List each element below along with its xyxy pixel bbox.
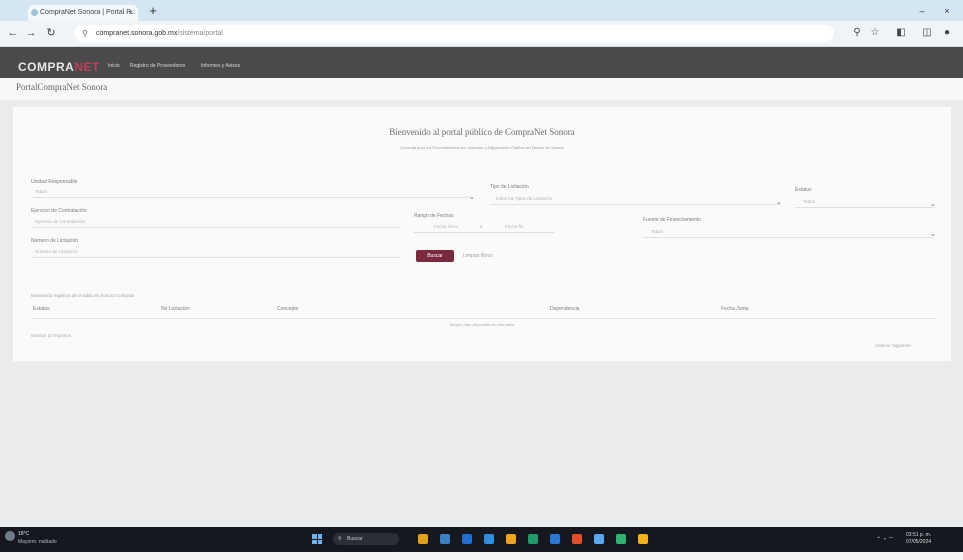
numero-underline xyxy=(31,257,401,258)
close-window-icon[interactable]: × xyxy=(940,4,954,18)
ejercicio-label: Ejercicio de Contratación xyxy=(31,208,87,214)
estatus-underline xyxy=(795,207,935,208)
rango-separator: a xyxy=(480,224,483,229)
fuente-select[interactable]: Todas xyxy=(651,229,663,234)
unidad-select[interactable]: Todas xyxy=(35,189,47,194)
taskbar-app-icon[interactable] xyxy=(594,534,604,544)
reload-icon[interactable]: ↻ xyxy=(44,26,58,40)
bottom-margin xyxy=(0,552,963,560)
fuente-chevron-down-icon[interactable]: ⌄ xyxy=(930,230,936,238)
tipo-label: Tipo de Licitación xyxy=(490,184,529,190)
taskbar-app-icon[interactable] xyxy=(440,534,450,544)
unidad-underline xyxy=(31,197,471,198)
system-tray-icons[interactable]: ⌃ ◔ ⌔ xyxy=(876,535,894,543)
sidebar-icon[interactable]: ◫ xyxy=(920,26,934,40)
nav-link-informes[interactable]: Informes y Avisos xyxy=(201,63,240,69)
fuente-label: Fuente de Financiamiento xyxy=(643,217,701,223)
numero-label: Número de Licitación xyxy=(31,238,78,244)
url-path: /sistema/portal xyxy=(177,30,223,37)
estatus-chevron-down-icon[interactable]: ⌄ xyxy=(930,200,936,208)
minimize-icon[interactable]: – xyxy=(915,4,929,18)
column-header-fecha[interactable]: Fecha Junta xyxy=(721,306,749,312)
zoom-icon[interactable]: ⚲ xyxy=(850,26,864,40)
extensions-icon[interactable]: ◧ xyxy=(894,26,908,40)
profile-icon[interactable]: ● xyxy=(940,26,954,40)
fecha-inicio-input[interactable]: Fecha inicio xyxy=(434,224,458,229)
rango-label: Rango de Fechas xyxy=(414,213,454,219)
portal-title-bar: PortalCompraNet Sonora xyxy=(0,78,963,100)
weather-description[interactable]: Mayorm. nublado xyxy=(18,539,57,545)
new-tab-button[interactable]: + xyxy=(146,4,160,18)
column-header-estatus[interactable]: Estatus xyxy=(33,306,50,312)
nav-link-registro[interactable]: Registro de Proveedores xyxy=(130,63,185,69)
welcome-subtitle: Consulta aquí los Procedimientos de Lici… xyxy=(400,145,564,150)
address-bar[interactable]: ⚲ compranet.sonora.gob.mx/sistema/portal xyxy=(74,25,834,42)
fuente-underline xyxy=(643,237,933,238)
column-header-licitacion[interactable]: No Licitación xyxy=(161,306,190,312)
clock-date[interactable]: 07/05/2024 xyxy=(906,539,931,545)
taskbar-app-icon[interactable] xyxy=(572,534,582,544)
taskbar-app-icon[interactable] xyxy=(616,534,626,544)
ejercicio-underline xyxy=(31,227,401,228)
column-header-concepto[interactable]: Concepto xyxy=(277,306,298,312)
tipo-select[interactable]: Todos los Tipos de Licitación xyxy=(495,196,552,201)
forward-icon[interactable]: → xyxy=(24,26,38,40)
logo-accent: NET xyxy=(74,60,100,74)
bookmark-star-icon[interactable]: ☆ xyxy=(868,26,882,40)
browser-tab[interactable]: CompraNet Sonora | Portal P... × xyxy=(28,5,138,21)
search-icon: ⚲ xyxy=(338,536,342,542)
taskbar: 18°C Mayorm. nublado ⚲ Buscar ⌃ ◔ ⌔ 03:5… xyxy=(0,527,963,552)
weather-cloud-icon[interactable] xyxy=(5,531,15,541)
ejercicio-input[interactable]: Ejercicio de Contratación xyxy=(35,219,85,224)
welcome-heading: Bienvenido al portal público de CompraNe… xyxy=(389,127,575,137)
pagination[interactable]: Anterior Siguiente xyxy=(875,343,911,348)
table-header-divider xyxy=(31,318,936,319)
taskbar-app-icon[interactable] xyxy=(418,534,428,544)
tab-close-icon[interactable]: × xyxy=(128,5,133,21)
empty-table-message: Ningún dato disponible en esta tabla xyxy=(449,322,515,327)
unidad-chevron-down-icon[interactable]: ⌄ xyxy=(469,193,475,201)
clock-time[interactable]: 03:51 p. m. xyxy=(906,532,931,538)
estatus-select[interactable]: Todos xyxy=(803,199,815,204)
taskbar-search-placeholder: Buscar xyxy=(347,536,363,542)
browser-toolbar: ← → ↻ ⚲ compranet.sonora.gob.mx/sistema/… xyxy=(0,21,963,47)
rango-underline xyxy=(414,232,554,233)
taskbar-app-icon[interactable] xyxy=(550,534,560,544)
portal-title: PortalCompraNet Sonora xyxy=(16,82,108,92)
unidad-label: Unidad Responsable xyxy=(31,179,78,185)
site-info-icon[interactable]: ⚲ xyxy=(82,25,88,42)
weather-temperature[interactable]: 18°C xyxy=(18,531,29,537)
fecha-fin-input[interactable]: Fecha fin xyxy=(505,224,524,229)
tipo-underline xyxy=(490,204,780,205)
search-panel: Bienvenido al portal público de CompraNe… xyxy=(12,106,952,362)
taskbar-search[interactable]: ⚲ Buscar xyxy=(333,533,399,545)
taskbar-app-icon[interactable] xyxy=(528,534,538,544)
results-heading: Mostrando registros de la tabla en Sonor… xyxy=(31,293,135,298)
numero-input[interactable]: Número de Licitación xyxy=(35,249,77,254)
browser-tab-strip xyxy=(0,0,963,21)
estatus-label: Estatus xyxy=(795,187,812,193)
tab-title: CompraNet Sonora | Portal P... xyxy=(40,9,136,16)
taskbar-app-icon[interactable] xyxy=(638,534,648,544)
url-host: compranet.sonora.gob.mx xyxy=(96,30,178,37)
taskbar-app-icon[interactable] xyxy=(506,534,516,544)
logo-main: COMPRA xyxy=(18,60,75,74)
compranet-logo[interactable]: COMPRANET xyxy=(18,60,100,74)
taskbar-app-icon[interactable] xyxy=(462,534,472,544)
start-menu-icon[interactable] xyxy=(312,534,322,544)
column-header-dependencia[interactable]: Dependencia xyxy=(550,306,579,312)
back-icon[interactable]: ← xyxy=(6,26,20,40)
clear-filters-link[interactable]: Limpiar filtros xyxy=(463,253,493,259)
tab-favicon-icon xyxy=(31,9,38,16)
page-length-select[interactable]: Mostrar 10 registros xyxy=(31,333,71,338)
tipo-chevron-down-icon[interactable]: ⌄ xyxy=(776,198,782,206)
nav-link-inicio[interactable]: Inicio xyxy=(108,63,120,69)
taskbar-app-icon[interactable] xyxy=(484,534,494,544)
search-button[interactable]: Buscar xyxy=(416,250,454,262)
